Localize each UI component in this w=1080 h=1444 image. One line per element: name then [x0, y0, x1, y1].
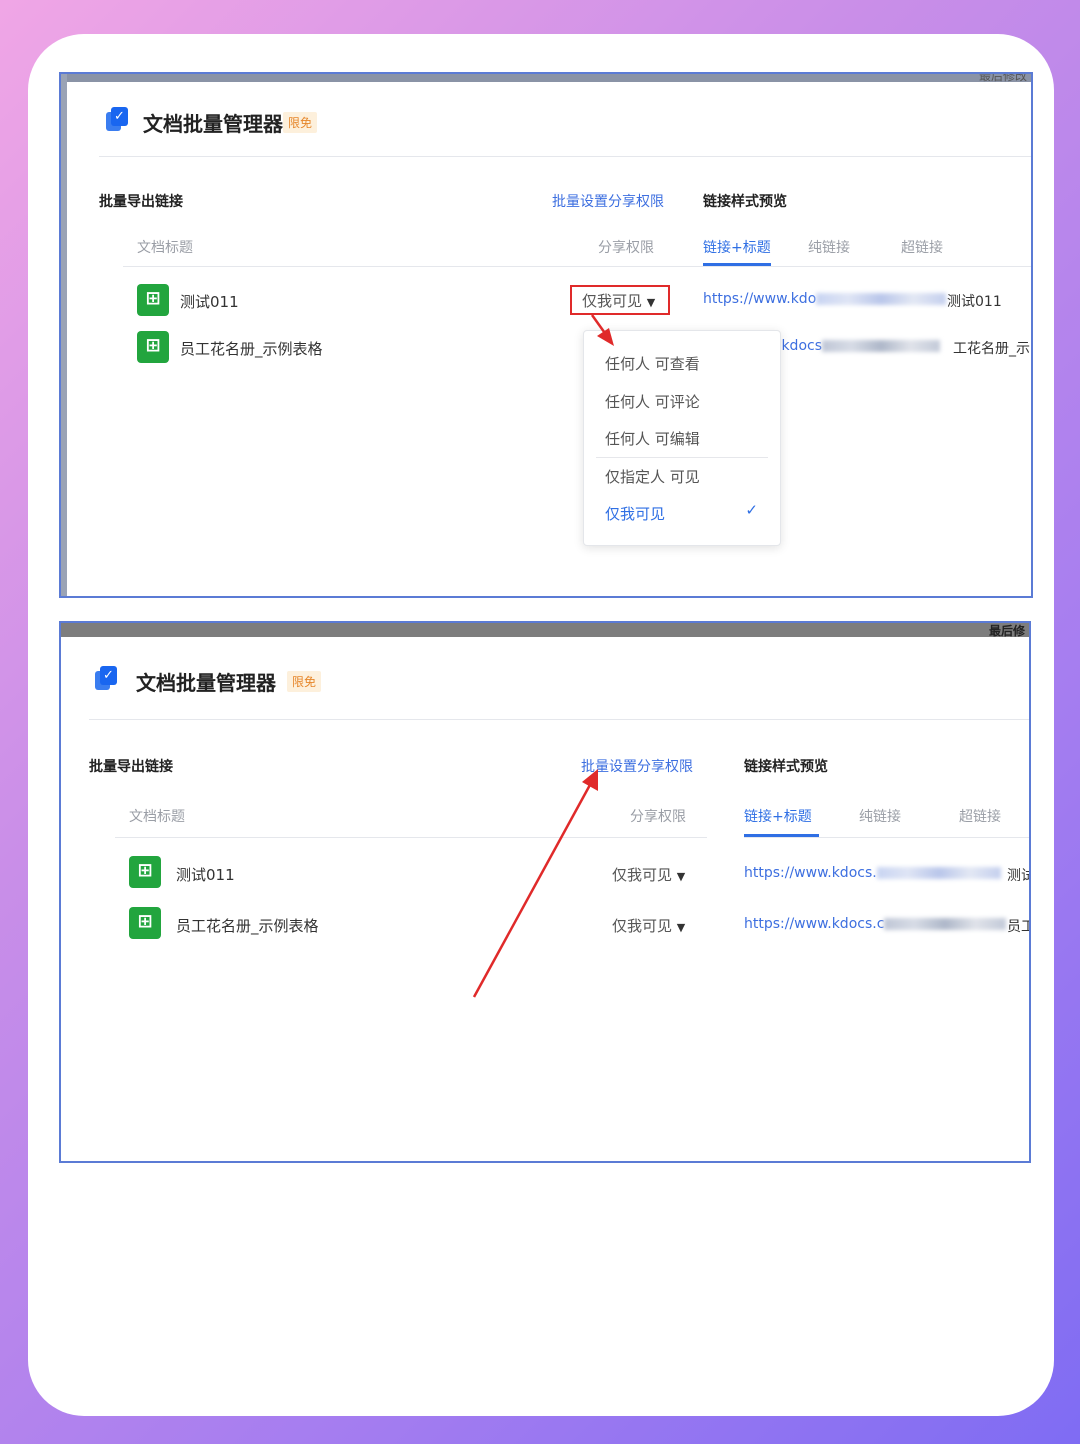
panel-dropdown-open: 最后修改 ✓ 文档批量管理器 限免 批量导出链接 批量设置分享权限 链接样式预览…: [59, 72, 1033, 598]
panel-batch-result: 最后修 ✓ 文档批量管理器 限免 批量导出链接 批量设置分享权限 链接样式预览 …: [59, 621, 1031, 1163]
annotation-arrow: [590, 314, 614, 346]
annotation-arrow: [472, 769, 598, 998]
